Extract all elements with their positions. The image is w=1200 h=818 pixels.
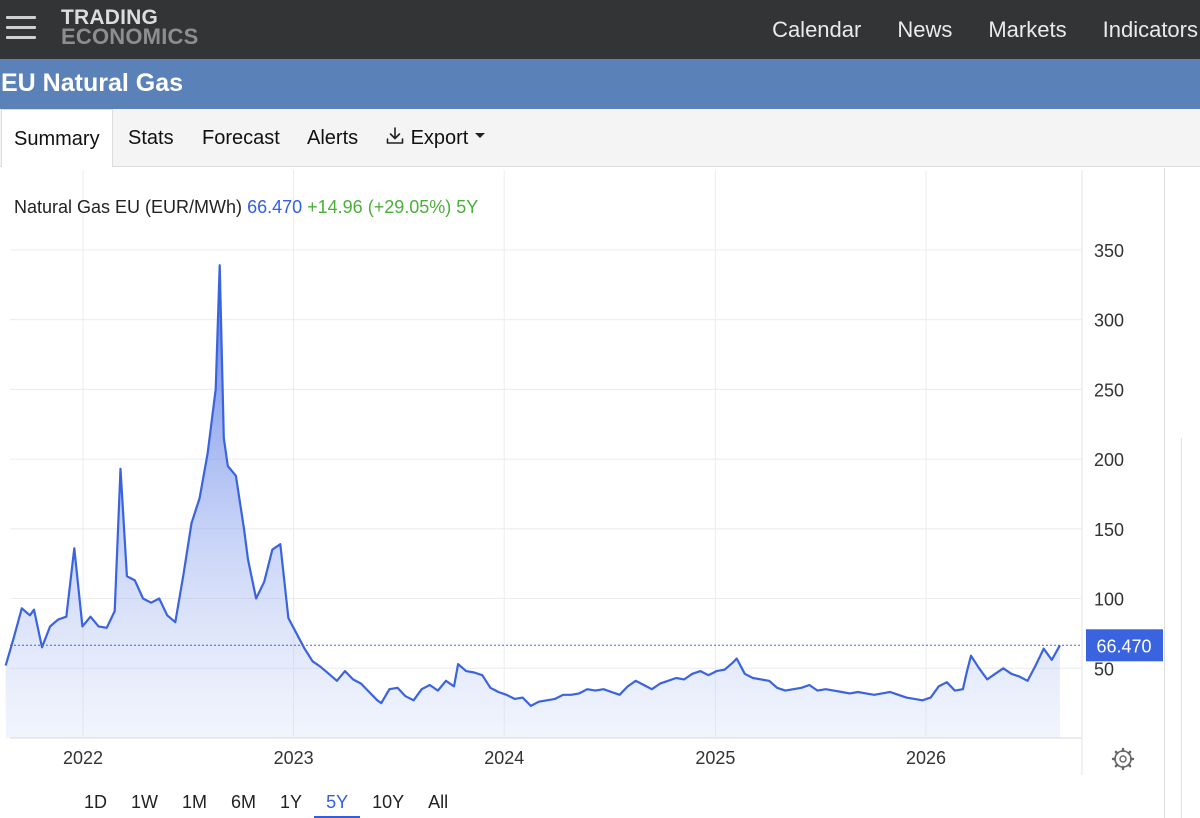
main-nav: Calendar News Markets Indicators [772, 0, 1200, 59]
x-tick-label: 2023 [274, 748, 314, 768]
top-navigation-bar: TRADING ECONOMICS Calendar News Markets … [0, 0, 1200, 59]
y-tick-label: 150 [1094, 520, 1124, 540]
x-tick-label: 2024 [484, 748, 524, 768]
y-tick-label: 200 [1094, 450, 1124, 470]
tab-stats[interactable]: Stats [128, 109, 174, 167]
x-tick-label: 2022 [63, 748, 103, 768]
gear-icon[interactable] [1111, 747, 1135, 771]
range-1y[interactable]: 1Y [268, 784, 314, 818]
nav-calendar[interactable]: Calendar [772, 17, 861, 43]
x-tick-label: 2026 [906, 748, 946, 768]
range-1m[interactable]: 1M [170, 784, 219, 818]
range-5y[interactable]: 5Y [314, 784, 361, 818]
price-area [5, 265, 1060, 738]
tab-export[interactable]: Export [385, 109, 486, 167]
range-1w[interactable]: 1W [119, 784, 170, 818]
range-selector: 1D 1W 1M 6M 1Y 5Y 10Y All [72, 784, 460, 818]
legend-change: +14.96 (+29.05%) 5Y [307, 197, 479, 217]
y-tick-label: 100 [1094, 590, 1124, 610]
y-tick-label: 250 [1094, 380, 1124, 400]
tab-forecast[interactable]: Forecast [202, 109, 280, 167]
last-price-label: 66.470 [1096, 636, 1151, 656]
x-tick-label: 2025 [695, 748, 735, 768]
caret-down-icon [474, 133, 485, 138]
legend-series-name: Natural Gas EU (EUR/MWh) [14, 197, 243, 217]
range-10y[interactable]: 10Y [360, 784, 416, 818]
nav-markets[interactable]: Markets [988, 17, 1066, 43]
y-tick-label: 300 [1094, 311, 1124, 331]
nav-indicators[interactable]: Indicators [1103, 17, 1198, 43]
nav-news[interactable]: News [897, 17, 952, 43]
title-bar: EU Natural Gas [0, 59, 1200, 109]
download-icon [386, 127, 404, 144]
trading-economics-logo[interactable]: TRADING ECONOMICS [61, 7, 199, 49]
right-side-panel [1165, 168, 1200, 818]
tab-alerts[interactable]: Alerts [307, 109, 358, 167]
tab-bar: Summary Stats Forecast Alerts Export [0, 109, 1200, 167]
x-axis: 2022 2023 2024 2025 2026 [63, 748, 946, 768]
tab-summary[interactable]: Summary [1, 109, 113, 167]
chart-legend: Natural Gas EU (EUR/MWh) 66.470 +14.96 (… [14, 197, 478, 218]
y-tick-label: 50 [1094, 659, 1114, 679]
hamburger-menu-icon[interactable] [6, 14, 36, 42]
chart-area-layer [5, 265, 1060, 738]
range-6m[interactable]: 6M [219, 784, 268, 818]
legend-price: 66.470 [247, 197, 303, 217]
range-all[interactable]: All [416, 784, 460, 818]
price-chart[interactable]: 50100150200250300350 2022 2023 2024 2025 202… [0, 168, 1165, 818]
y-tick-label: 350 [1094, 241, 1124, 261]
export-label: Export [410, 127, 469, 149]
range-1d[interactable]: 1D [72, 784, 119, 818]
logo-line-2: ECONOMICS [61, 24, 199, 49]
y-axis: 50 100 150 200 250 300 350 [1094, 241, 1124, 679]
page-title: EU Natural Gas [1, 69, 184, 97]
